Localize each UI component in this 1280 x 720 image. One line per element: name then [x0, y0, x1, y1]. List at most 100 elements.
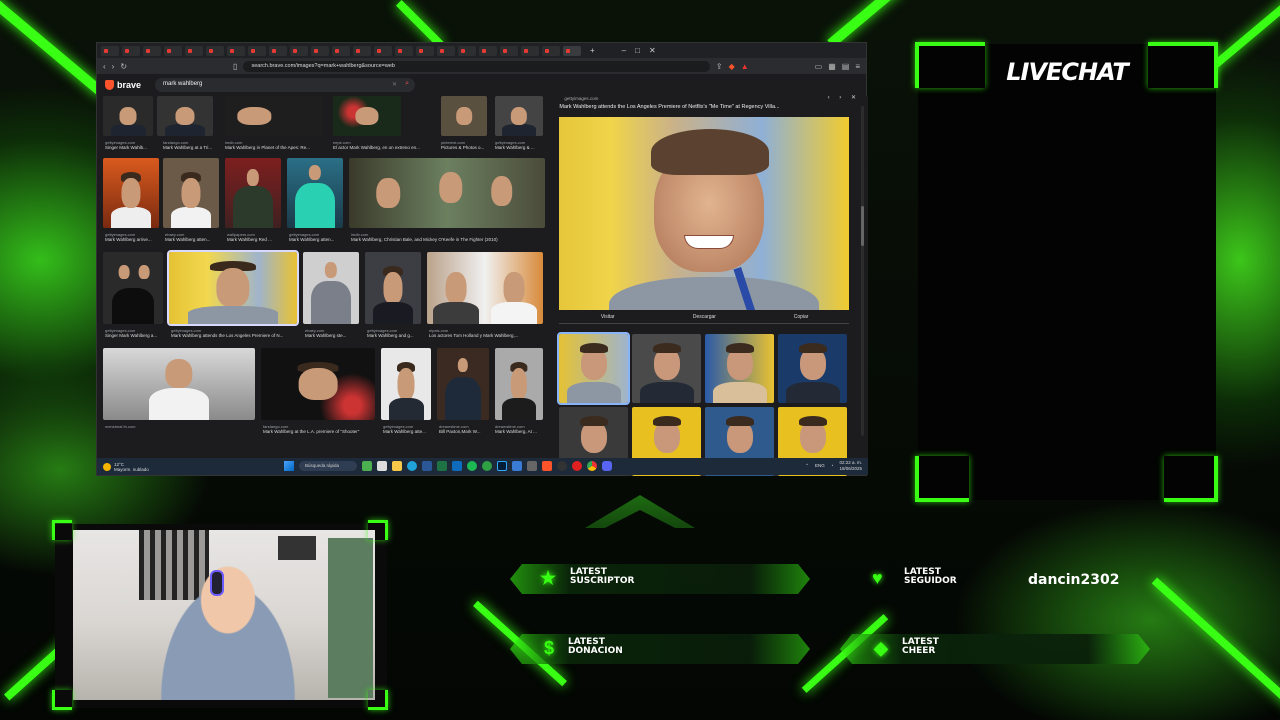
browser-tab[interactable] [521, 45, 539, 56]
result-caption[interactable]: Mark Wahlberg, Christian Bale, and Micke… [351, 237, 547, 242]
store-icon[interactable] [512, 461, 522, 471]
result-image[interactable] [103, 348, 255, 420]
taskbar-search[interactable]: Búsqueda rápida [299, 461, 357, 471]
result-image[interactable] [103, 96, 153, 136]
start-button[interactable] [284, 461, 294, 471]
settings-icon[interactable] [527, 461, 537, 471]
search-icon[interactable]: ⌕ [405, 80, 409, 88]
result-image[interactable] [333, 96, 401, 136]
result-caption[interactable]: El actor Mark Wahlberg, en un extreno en… [333, 145, 433, 150]
word-icon[interactable] [422, 461, 432, 471]
clear-icon[interactable]: ✕ [392, 81, 397, 88]
brave-shields-icon[interactable]: ◆ [729, 62, 735, 71]
result-image[interactable] [225, 158, 281, 228]
result-caption[interactable]: Mark Wahlberg at the L.A. premiere of "S… [263, 429, 379, 434]
result-caption[interactable]: Mark Wahlberg Red ... [227, 237, 283, 242]
result-caption[interactable]: Singer Mark Wahlberg a... [105, 333, 167, 338]
result-caption[interactable]: Mark Wahlberg atten... [289, 237, 347, 242]
result-image[interactable] [287, 158, 343, 228]
preview-scrollbar[interactable] [861, 106, 864, 436]
related-thumb[interactable] [778, 334, 848, 403]
discord-icon[interactable] [602, 461, 612, 471]
sidebar-icon[interactable]: ▭ [815, 62, 823, 71]
result-image[interactable] [437, 348, 489, 420]
result-caption[interactable]: Mark Wahlberg at a Tri... [163, 145, 219, 150]
opera-icon[interactable] [572, 461, 582, 471]
bookmark-icon[interactable]: ▯ [233, 62, 237, 71]
result-image-selected[interactable] [167, 250, 299, 326]
result-caption[interactable]: Mark Wahlberg and g... [367, 333, 423, 338]
extensions-icon[interactable]: ▦ [828, 62, 836, 71]
result-image[interactable] [261, 348, 375, 420]
browser-tab[interactable] [395, 45, 413, 56]
browser-tab[interactable] [542, 45, 560, 56]
browser-tab[interactable] [458, 45, 476, 56]
result-caption[interactable]: Mark Wahlberg & ... [495, 145, 545, 150]
maximize-icon[interactable]: □ [635, 46, 640, 55]
result-caption[interactable]: Mark Wahlberg in Planet of the Apes: Re.… [225, 145, 325, 150]
result-image[interactable] [103, 252, 163, 324]
result-caption[interactable]: Bill Paxton,Mark W... [439, 429, 491, 434]
result-image[interactable] [103, 158, 159, 228]
wallet-icon[interactable]: ▤ [842, 62, 850, 71]
tray-chevron-icon[interactable]: ⌃ [805, 463, 809, 469]
widgets-icon[interactable] [362, 461, 372, 471]
excel-icon[interactable] [437, 461, 447, 471]
browser-tab[interactable] [332, 45, 350, 56]
forward-icon[interactable]: › [112, 62, 115, 71]
result-image[interactable] [349, 158, 545, 228]
result-caption[interactable]: Mark Wahlberg atte... [383, 429, 435, 434]
obs-icon[interactable] [557, 461, 567, 471]
share-icon[interactable]: ⇪ [716, 62, 723, 71]
network-icon[interactable]: ◔ [831, 463, 834, 469]
result-image[interactable] [163, 158, 219, 228]
result-image[interactable] [365, 252, 421, 324]
rewards-icon[interactable]: ▲ [741, 62, 749, 71]
photoshop-icon[interactable] [497, 461, 507, 471]
edge-icon[interactable] [407, 461, 417, 471]
preview-image[interactable] [559, 117, 850, 310]
browser-tab[interactable] [416, 45, 434, 56]
file-explorer-icon[interactable] [392, 461, 402, 471]
back-icon[interactable]: ‹ [103, 62, 106, 71]
visit-button[interactable]: Visitar [559, 314, 657, 324]
preview-source[interactable]: gettyimages.com [564, 96, 598, 101]
result-caption[interactable]: Los actores Tom Holland y Mark Wahlberg,… [429, 333, 545, 338]
result-image[interactable] [303, 252, 359, 324]
language-indicator[interactable]: ENG [815, 463, 825, 469]
browser-tab[interactable] [101, 45, 119, 56]
result-image[interactable] [495, 348, 543, 420]
result-image[interactable] [427, 252, 543, 324]
search-input[interactable]: mark wahlberg ✕ ⌕ [155, 78, 416, 92]
result-caption[interactable]: Mark Wahlberg, At ... [495, 429, 547, 434]
result-image[interactable] [157, 96, 213, 136]
result-image[interactable] [225, 96, 323, 136]
download-button[interactable]: Descargar [656, 314, 753, 324]
result-caption[interactable]: Mark Wahlberg atten... [165, 237, 221, 242]
browser-tab[interactable] [164, 45, 182, 56]
browser-tab[interactable] [227, 45, 245, 56]
browser-tab[interactable] [122, 45, 140, 56]
related-thumb[interactable] [705, 334, 775, 403]
browser-tab[interactable] [185, 45, 203, 56]
browser-tab[interactable] [479, 45, 497, 56]
browser-tab[interactable] [437, 45, 455, 56]
copy-button[interactable]: Copiar [752, 314, 850, 324]
weather-widget[interactable]: 12°C Mayorm. nublado [103, 462, 183, 472]
related-thumb-selected[interactable] [557, 332, 631, 405]
chrome-icon[interactable] [587, 461, 597, 471]
browser-tab[interactable] [206, 45, 224, 56]
browser-tab[interactable] [374, 45, 392, 56]
brave-logo[interactable]: brave [105, 80, 141, 90]
spotify-icon[interactable] [467, 461, 477, 471]
result-image[interactable] [495, 96, 543, 136]
xbox-icon[interactable] [482, 461, 492, 471]
related-thumb[interactable] [632, 334, 702, 403]
browser-tab[interactable] [290, 45, 308, 56]
result-image[interactable] [441, 96, 487, 136]
result-caption[interactable]: Pictures & Photos o... [441, 145, 491, 150]
result-caption[interactable]: Mark Wahlberg attends the Los Angeles Pr… [171, 333, 299, 338]
result-caption[interactable]: Mark Wahlberg arrive... [105, 237, 163, 242]
brave-taskbar-icon[interactable] [542, 461, 552, 471]
task-view-icon[interactable] [377, 461, 387, 471]
